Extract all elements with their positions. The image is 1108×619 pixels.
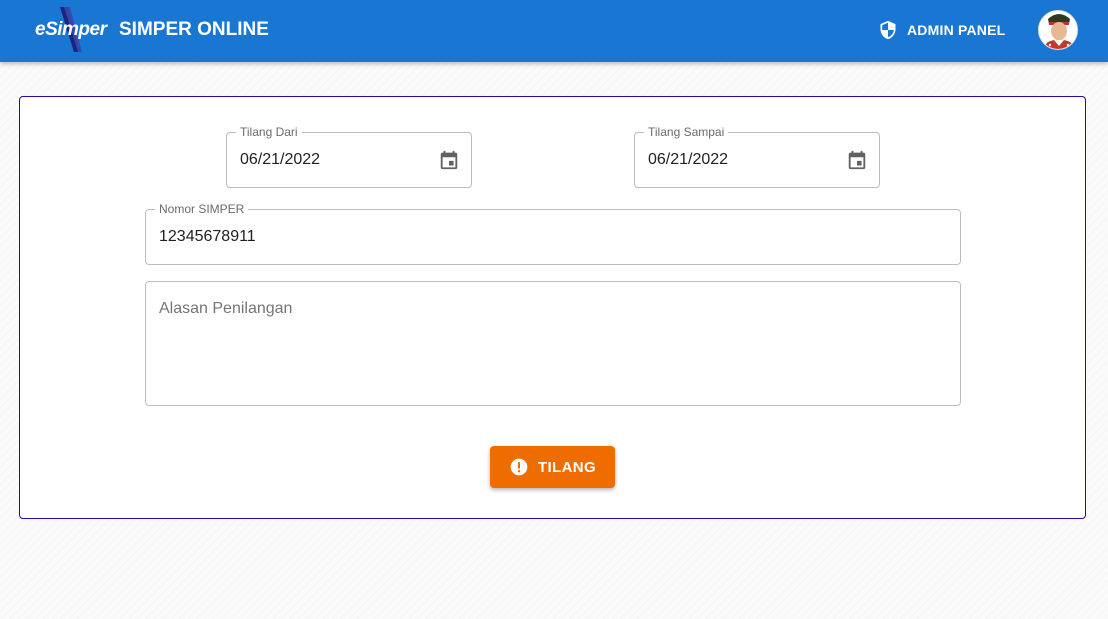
tilang-sampai-label: Tilang Sampai (644, 125, 729, 139)
logo-text: eSimper (35, 19, 107, 40)
tilang-button-label: TILANG (537, 458, 597, 476)
admin-panel-link[interactable]: ADMIN PANEL (878, 18, 1005, 42)
app-title: SIMPER ONLINE (119, 19, 269, 40)
alert-circle-icon (510, 458, 528, 476)
admin-panel-label: ADMIN PANEL (907, 22, 1006, 38)
calendar-icon[interactable] (438, 149, 460, 171)
nomor-simper-field[interactable]: Nomor SIMPER 12345678911 (145, 202, 961, 265)
nomor-simper-label: Nomor SIMPER (155, 202, 249, 216)
esimper-logo[interactable]: eSimper (34, 6, 107, 54)
tilang-sampai-value[interactable]: 06/21/2022 (648, 151, 728, 169)
tilang-dari-field[interactable]: Tilang Dari 06/21/2022 (226, 125, 472, 188)
nomor-simper-input[interactable]: 12345678911 (159, 228, 256, 246)
tilang-button[interactable]: TILANG (490, 446, 615, 488)
tilang-sampai-field[interactable]: Tilang Sampai 06/21/2022 (634, 125, 880, 188)
user-avatar-icon (1039, 11, 1077, 49)
alasan-penilangan-placeholder: Alasan Penilangan (159, 300, 293, 317)
alasan-penilangan-textarea[interactable]: Alasan Penilangan (145, 281, 961, 406)
shield-icon (880, 20, 896, 40)
calendar-icon[interactable] (846, 149, 868, 171)
tilang-dari-value[interactable]: 06/21/2022 (240, 151, 320, 169)
app-bar: eSimper SIMPER ONLINE ADMIN PANEL (0, 0, 1108, 62)
tilang-dari-label: Tilang Dari (236, 125, 302, 139)
avatar[interactable] (1038, 10, 1078, 50)
